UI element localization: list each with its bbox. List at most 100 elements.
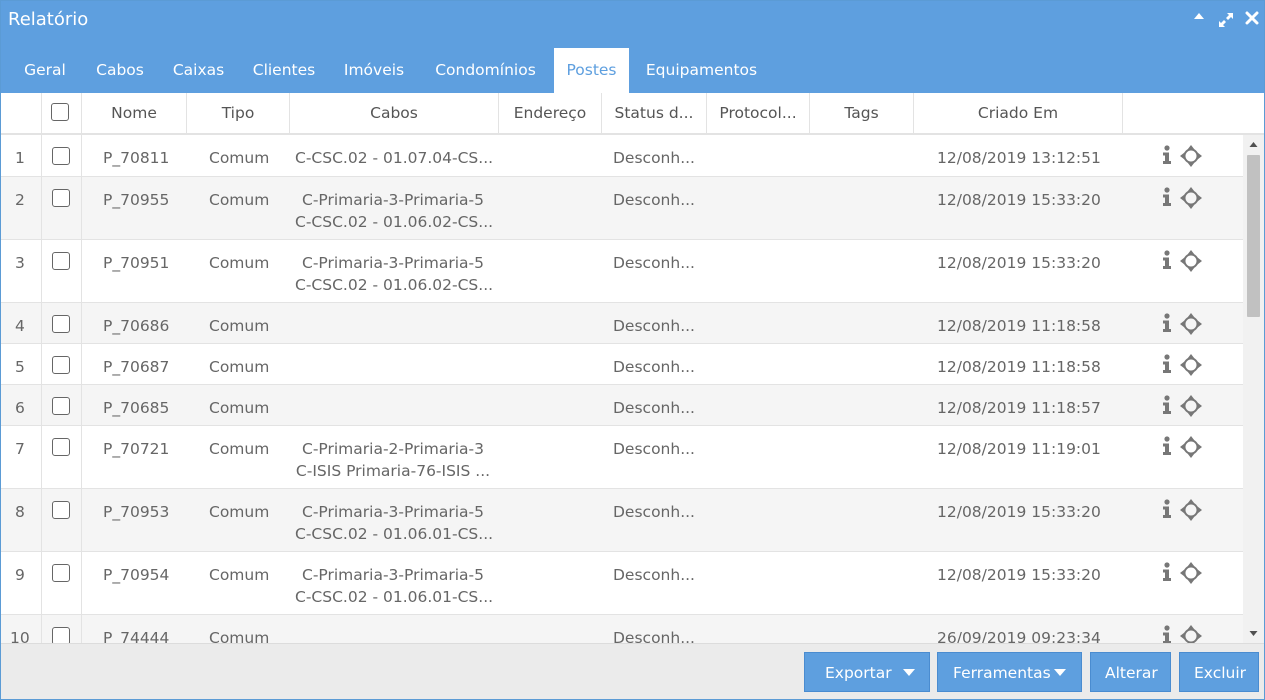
row-number: 9 [1, 552, 42, 614]
info-icon[interactable] [1161, 395, 1173, 415]
move-icon[interactable] [1180, 436, 1202, 458]
move-icon[interactable] [1180, 354, 1202, 376]
cell-status: Desconh... [613, 191, 695, 209]
cell-criado-em: 26/09/2019 09:23:34 [937, 629, 1101, 643]
exportar-label: Exportar [825, 664, 892, 682]
row-checkbox[interactable] [52, 356, 70, 374]
row-checkbox[interactable] [52, 438, 70, 456]
cell-cabos [295, 385, 491, 397]
move-icon[interactable] [1180, 145, 1202, 167]
close-icon[interactable] [1242, 9, 1262, 27]
tab-cabos[interactable]: Cabos [83, 48, 157, 93]
cell-status: Desconh... [613, 399, 695, 417]
scroll-down-arrow-icon[interactable] [1243, 623, 1264, 643]
cabos-line-2: C-CSC.02 - 01.06.02-CS... [295, 213, 494, 231]
move-icon[interactable] [1180, 562, 1202, 584]
move-icon[interactable] [1180, 250, 1202, 272]
row-number: 5 [1, 344, 42, 384]
header-cabos[interactable]: Cabos [290, 93, 499, 133]
ferramentas-button[interactable]: Ferramentas [937, 652, 1082, 692]
scroll-up-arrow-icon[interactable] [1243, 135, 1264, 155]
header-tags[interactable]: Tags [810, 93, 914, 133]
table-row[interactable]: 4 P_70686 Comum Desconh... 12/08/2019 11… [1, 303, 1243, 344]
collapse-icon[interactable] [1189, 9, 1209, 23]
table-row[interactable]: 5 P_70687 Comum Desconh... 12/08/2019 11… [1, 344, 1243, 385]
row-number: 6 [1, 385, 42, 425]
cell-tipo: Comum [209, 191, 270, 209]
cell-status: Desconh... [613, 629, 695, 643]
table-row[interactable]: 3 P_70951 Comum C-Primaria-3-Primaria-5 C… [1, 240, 1243, 303]
select-all-checkbox[interactable] [51, 103, 69, 121]
tab-clientes[interactable]: Clientes [241, 48, 327, 93]
tab-condominios[interactable]: Condomínios [422, 48, 549, 93]
header-tipo[interactable]: Tipo [187, 93, 290, 133]
table-row[interactable]: 9 P_70954 Comum C-Primaria-3-Primaria-5 C… [1, 552, 1243, 615]
vertical-scrollbar[interactable] [1243, 135, 1264, 643]
move-icon[interactable] [1180, 395, 1202, 417]
info-icon[interactable] [1161, 562, 1173, 582]
info-icon[interactable] [1161, 354, 1173, 374]
row-actions [1161, 436, 1211, 460]
row-number: 7 [1, 426, 42, 488]
tab-postes[interactable]: Postes [554, 48, 629, 93]
info-icon[interactable] [1161, 187, 1173, 207]
tab-caixas[interactable]: Caixas [161, 48, 236, 93]
info-icon[interactable] [1161, 625, 1173, 643]
row-checkbox[interactable] [52, 501, 70, 519]
cell-status: Desconh... [613, 317, 695, 335]
table-row[interactable]: 1 P_70811 Comum C-CSC.02 - 01.07.04-CS..… [1, 135, 1243, 177]
scrollbar-thumb[interactable] [1247, 155, 1260, 317]
alterar-label: Alterar [1105, 664, 1158, 682]
info-icon[interactable] [1161, 145, 1173, 165]
row-select-cell [42, 240, 82, 302]
cabos-line-2: C-CSC.02 - 01.06.01-CS... [295, 588, 494, 606]
move-icon[interactable] [1180, 625, 1202, 643]
move-icon[interactable] [1180, 187, 1202, 209]
cell-cabos [295, 615, 491, 627]
header-nome[interactable]: Nome [82, 93, 187, 133]
cell-criado-em: 12/08/2019 11:18:58 [937, 317, 1101, 335]
header-endereco[interactable]: Endereço [499, 93, 602, 133]
cell-tipo: Comum [209, 440, 270, 458]
row-checkbox[interactable] [52, 315, 70, 333]
row-select-cell [42, 489, 82, 551]
excluir-button[interactable]: Excluir [1179, 652, 1259, 692]
row-checkbox[interactable] [52, 189, 70, 207]
table-row[interactable]: 6 P_70685 Comum Desconh... 12/08/2019 11… [1, 385, 1243, 426]
table-row[interactable]: 10 P_74444 Comum Desconh... 26/09/2019 0… [1, 615, 1243, 643]
cell-status: Desconh... [613, 358, 695, 376]
row-number: 10 [1, 615, 42, 643]
cell-cabos [295, 344, 491, 356]
grid-body: 1 P_70811 Comum C-CSC.02 - 01.07.04-CS..… [1, 135, 1243, 643]
header-protocolo[interactable]: Protocol... [707, 93, 810, 133]
move-icon[interactable] [1180, 499, 1202, 521]
move-icon[interactable] [1180, 313, 1202, 335]
table-row[interactable]: 2 P_70955 Comum C-Primaria-3-Primaria-5 C… [1, 177, 1243, 240]
expand-icon[interactable] [1216, 9, 1236, 31]
cell-criado-em: 12/08/2019 15:33:20 [937, 503, 1101, 521]
row-checkbox[interactable] [52, 252, 70, 270]
cell-nome: P_70955 [103, 191, 170, 209]
row-checkbox[interactable] [52, 397, 70, 415]
info-icon[interactable] [1161, 313, 1173, 333]
alterar-button[interactable]: Alterar [1090, 652, 1171, 692]
row-number: 4 [1, 303, 42, 343]
chevron-down-icon [903, 669, 915, 676]
table-row[interactable]: 8 P_70953 Comum C-Primaria-3-Primaria-5 C… [1, 489, 1243, 552]
cell-nome: P_70721 [103, 440, 170, 458]
cabos-line-1: C-CSC.02 - 01.07.04-CS... [295, 149, 494, 167]
info-icon[interactable] [1161, 250, 1173, 270]
row-checkbox[interactable] [52, 147, 70, 165]
info-icon[interactable] [1161, 436, 1173, 456]
exportar-button[interactable]: Exportar [804, 652, 930, 692]
tab-geral[interactable]: Geral [12, 48, 78, 93]
info-icon[interactable] [1161, 499, 1173, 519]
row-number: 1 [1, 135, 42, 176]
header-criado-em[interactable]: Criado Em [914, 93, 1123, 133]
tab-imoveis[interactable]: Imóveis [331, 48, 417, 93]
row-checkbox[interactable] [52, 627, 70, 643]
header-status[interactable]: Status d... [602, 93, 707, 133]
tab-equipamentos[interactable]: Equipamentos [634, 48, 769, 93]
table-row[interactable]: 7 P_70721 Comum C-Primaria-2-Primaria-3 C… [1, 426, 1243, 489]
row-checkbox[interactable] [52, 564, 70, 582]
